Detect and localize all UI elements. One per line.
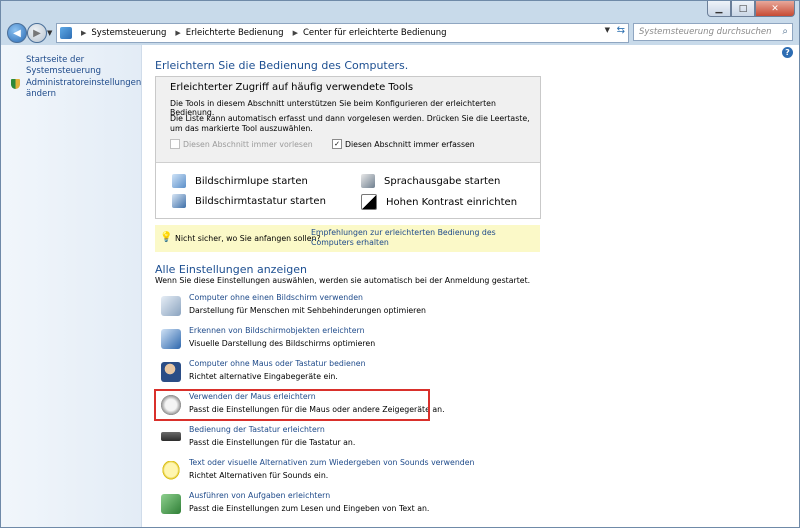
tool-onscreen-keyboard-label: Bildschirmtastatur starten [195,195,326,207]
list-item-keyboard[interactable]: Bedienung der Tastatur erleichtern Passt… [161,425,461,453]
all-settings-desc: Wenn Sie diese Einstellungen auswählen, … [155,276,531,285]
quick-access-header: Erleichterter Zugriff auf häufig verwend… [156,77,540,163]
sidebar-admin-link-line2[interactable]: ändern [26,89,56,100]
item-desc: Darstellung für Menschen mit Sehbehinder… [189,306,426,315]
magnifier-icon [172,174,186,188]
quick-access-box: Erleichterter Zugriff auf häufig verwend… [155,76,541,219]
list-item-no-mouse-keyboard[interactable]: Computer ohne Maus oder Tastatur bediene… [161,359,461,387]
always-scan-checkbox[interactable]: ✓ Diesen Abschnitt immer erfassen [332,139,475,149]
navigation-bar: ◀ ▶ ▼ ▶ Systemsteuerung ▶ Erleichterte B… [1,19,799,45]
item-link[interactable]: Text oder visuelle Alternativen zum Wied… [189,458,474,467]
breadcrumb-center[interactable]: Center für erleichterte Bedienung [303,28,447,38]
sidebar-admin-link-line1[interactable]: Administratoreinstellungen [26,78,141,89]
lightbulb-icon: 💡 [160,232,173,243]
search-icon[interactable]: ⌕ [782,26,788,37]
always-read-label: Diesen Abschnitt immer vorlesen [183,139,313,149]
chevron-right-icon[interactable]: ▶ [175,29,180,37]
item-link[interactable]: Erkennen von Bildschirmobjekten erleicht… [189,326,365,335]
back-button[interactable]: ◀ [7,23,27,43]
tool-onscreen-keyboard[interactable]: Bildschirmtastatur starten [172,194,326,208]
recommendations-link[interactable]: Empfehlungen zur erleichterten Bedienung… [311,228,533,248]
all-settings-title: Alle Einstellungen anzeigen [155,263,307,276]
search-placeholder: Systemsteuerung durchsuchen [639,27,772,37]
minimize-icon: ▁ [715,3,723,14]
forward-button[interactable]: ▶ [27,23,47,43]
keyboard-icon [161,432,181,441]
onscreen-keyboard-icon [172,194,186,208]
control-panel-icon [60,27,72,39]
tool-narrator[interactable]: Sprachausgabe starten [361,174,500,188]
title-bar: ▁ □ ✕ [1,1,799,19]
item-link[interactable]: Computer ohne einen Bildschirm verwenden [189,293,363,302]
tool-high-contrast[interactable]: Hohen Kontrast einrichten [361,194,517,210]
tip-question: Nicht sicher, wo Sie anfangen sollen? [175,234,321,243]
tool-magnifier-label: Bildschirmlupe starten [195,175,308,187]
sidebar: Startseite der Systemsteuerung Administr… [1,45,142,527]
back-arrow-icon: ◀ [13,27,21,39]
caption-buttons: ▁ □ ✕ [707,1,795,17]
sidebar-home-link[interactable]: Startseite der Systemsteuerung [26,55,141,77]
close-button[interactable]: ✕ [755,1,795,17]
user-input-icon [161,362,181,382]
content-area: Startseite der Systemsteuerung Administr… [1,45,799,527]
breadcrumb-systemsteuerung[interactable]: Systemsteuerung [91,28,166,38]
refresh-icon[interactable]: ⇆ [617,25,625,36]
always-read-checkbox[interactable]: Diesen Abschnitt immer vorlesen [170,139,313,149]
maximize-icon: □ [738,3,748,14]
item-link[interactable]: Bedienung der Tastatur erleichtern [189,425,325,434]
address-dropdown-icon[interactable]: ▼ [605,26,610,34]
tool-magnifier[interactable]: Bildschirmlupe starten [172,174,308,188]
address-bar[interactable]: ▶ Systemsteuerung ▶ Erleichterte Bedienu… [56,23,629,43]
narrator-icon [361,174,375,188]
minimize-button[interactable]: ▁ [707,1,731,17]
list-item-tasks[interactable]: Ausführen von Aufgaben erleichtern Passt… [161,491,461,519]
close-icon: ✕ [771,3,779,14]
quick-access-desc2: Die Liste kann automatisch erfasst und d… [170,114,530,133]
checkbox-checked-icon: ✓ [332,139,342,149]
always-scan-label: Diesen Abschnitt immer erfassen [345,139,475,149]
uac-shield-icon [11,79,20,89]
monitor-speaker-icon [161,296,181,316]
history-dropdown-icon[interactable]: ▼ [47,29,52,37]
item-desc: Richtet Alternativen für Sounds ein. [189,471,329,480]
item-link[interactable]: Ausführen von Aufgaben erleichtern [189,491,330,500]
explorer-window: ▁ □ ✕ ◀ ▶ ▼ ▶ Systemsteuerung ▶ Erleicht… [0,0,800,528]
high-contrast-icon [361,194,377,210]
tool-high-contrast-label: Hohen Kontrast einrichten [386,196,518,208]
chevron-right-icon[interactable]: ▶ [293,29,298,37]
list-item-display-objects[interactable]: Erkennen von Bildschirmobjekten erleicht… [161,326,461,354]
tip-banner: 💡 Nicht sicher, wo Sie anfangen sollen? … [155,225,540,252]
maximize-button[interactable]: □ [731,1,755,17]
search-input[interactable]: Systemsteuerung durchsuchen ⌕ [633,23,793,41]
speech-bubble-icon [161,461,181,481]
list-item-no-display[interactable]: Computer ohne einen Bildschirm verwenden… [161,293,461,321]
breadcrumb-erleichterte-bedienung[interactable]: Erleichterte Bedienung [186,28,284,38]
quick-access-title: Erleichterter Zugriff auf häufig verwend… [170,82,414,93]
help-icon[interactable]: ? [782,47,793,58]
tasks-icon [161,494,181,514]
list-item-sounds[interactable]: Text oder visuelle Alternativen zum Wied… [161,458,474,486]
item-link[interactable]: Computer ohne Maus oder Tastatur bediene… [189,359,366,368]
item-desc: Visuelle Darstellung des Bildschirms opt… [189,339,376,348]
page-title: Erleichtern Sie die Bedienung des Comput… [155,59,409,72]
item-desc: Passt die Einstellungen für die Tastatur… [189,438,356,447]
checkbox-unchecked-icon [170,139,180,149]
tool-narrator-label: Sprachausgabe starten [384,175,501,187]
forward-arrow-icon: ▶ [33,27,41,39]
highlight-frame [154,389,430,421]
chevron-right-icon[interactable]: ▶ [81,29,86,37]
item-desc: Passt die Einstellungen zum Lesen und Ei… [189,504,430,513]
item-desc: Richtet alternative Eingabegeräte ein. [189,372,338,381]
monitor-icon [161,329,181,349]
